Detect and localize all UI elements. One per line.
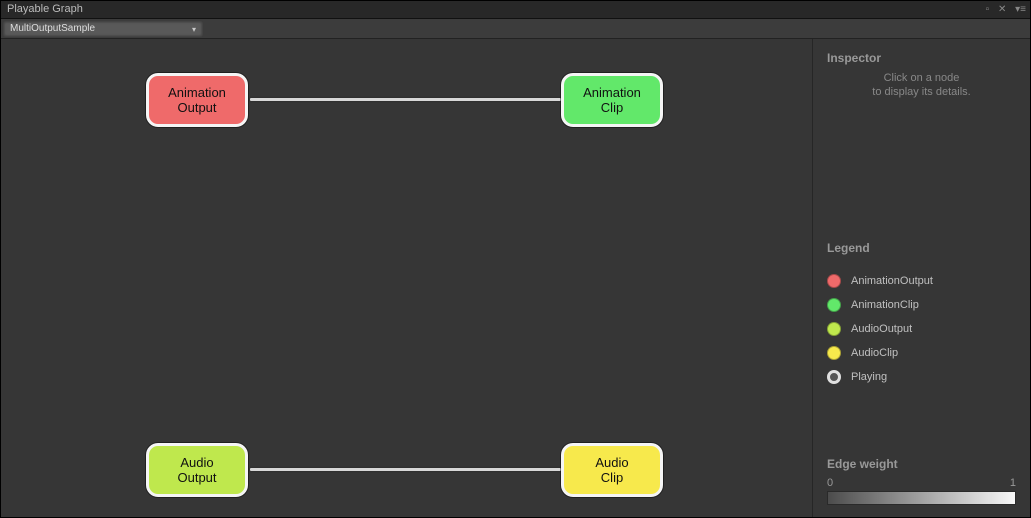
window-buttons: ▫ ✕ ▾≡ (984, 2, 1026, 18)
edge-weight-title: Edge weight (827, 457, 1016, 471)
legend-item: AudioClip (813, 341, 1030, 365)
legend-item-label: AudioOutput (851, 323, 912, 335)
window-close-icon[interactable]: ✕ (998, 4, 1008, 15)
legend-item-label: AnimationClip (851, 299, 919, 311)
legend-item: AnimationClip (813, 293, 1030, 317)
edge-weight-min: 0 (827, 477, 833, 489)
graph-edge (250, 468, 561, 471)
legend-item-label: AnimationOutput (851, 275, 933, 287)
chevron-down-icon: ▾ (192, 25, 196, 34)
inspector-hint-line2: to display its details. (813, 85, 1030, 99)
legend-item: AnimationOutput (813, 269, 1030, 293)
toolbar: MultiOutputSample ▾ (1, 19, 1030, 39)
edge-weight-max: 1 (1010, 477, 1016, 489)
graph-node-audio-clip[interactable]: Audio Clip (561, 443, 663, 497)
graph-select-value: MultiOutputSample (10, 23, 95, 34)
edge-weight-gradient (827, 491, 1016, 505)
legend-item-label: Playing (851, 371, 887, 383)
legend-item: Playing (813, 365, 1030, 389)
legend-color-icon (827, 322, 841, 336)
side-panel: Inspector Click on a node to display its… (812, 39, 1030, 517)
graph-edge (250, 98, 561, 101)
legend-title: Legend (827, 241, 1030, 255)
window-menu-icon[interactable]: ▾≡ (1015, 4, 1026, 15)
graph-canvas[interactable]: Animation Output Animation Clip Audio Outp… (1, 39, 812, 517)
window-title: Playable Graph (7, 3, 83, 15)
window-min-icon[interactable]: ▫ (986, 4, 992, 15)
legend-list: AnimationOutput AnimationClip AudioOutput A… (813, 269, 1030, 389)
inspector-hint: Click on a node to display its details. (813, 71, 1030, 99)
legend-color-icon (827, 346, 841, 360)
edge-weight-section: Edge weight 0 1 (827, 457, 1016, 505)
legend-item: AudioOutput (813, 317, 1030, 341)
graph-node-audio-output[interactable]: Audio Output (146, 443, 248, 497)
legend-item-label: AudioClip (851, 347, 898, 359)
window-titlebar: Playable Graph ▫ ✕ ▾≡ (1, 1, 1030, 19)
graph-node-anim-output[interactable]: Animation Output (146, 73, 248, 127)
legend-color-icon (827, 298, 841, 312)
legend-color-icon (827, 274, 841, 288)
edge-weight-labels: 0 1 (827, 477, 1016, 489)
inspector-title: Inspector (827, 51, 1030, 65)
legend-ring-icon (827, 370, 841, 384)
graph-select-dropdown[interactable]: MultiOutputSample ▾ (3, 21, 203, 37)
inspector-hint-line1: Click on a node (813, 71, 1030, 85)
graph-node-anim-clip[interactable]: Animation Clip (561, 73, 663, 127)
